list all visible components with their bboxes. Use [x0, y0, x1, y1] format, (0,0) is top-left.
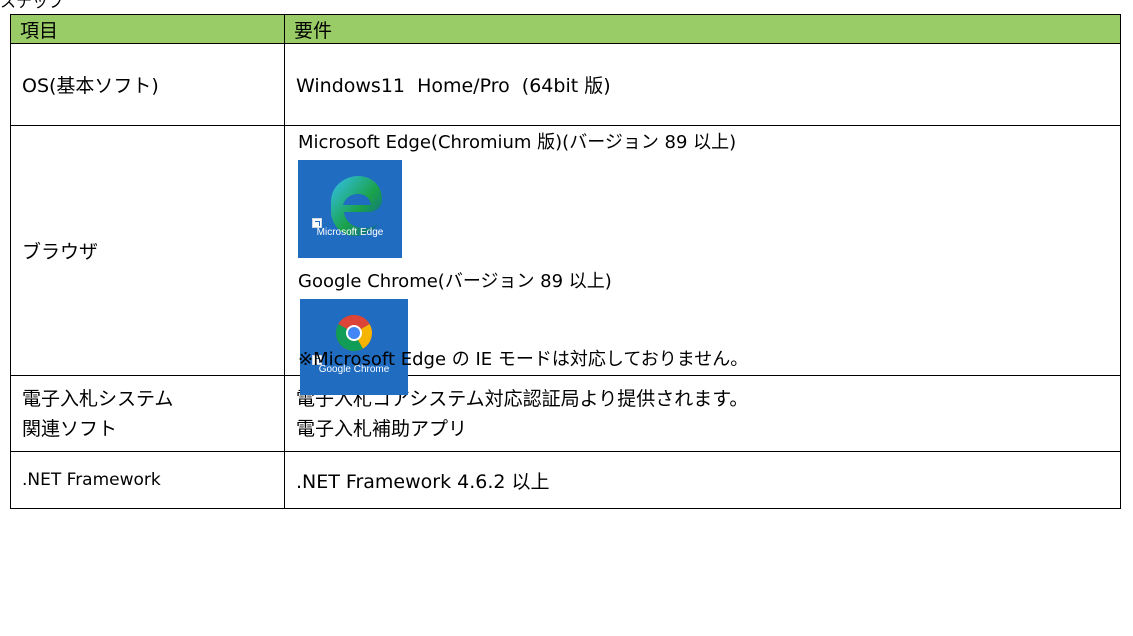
- table-row: .NET Framework .NET Framework 4.6.2 以上: [10, 451, 1121, 509]
- requirement-system-line2: 電子入札補助アプリ: [296, 417, 468, 440]
- requirement-net: .NET Framework 4.6.2 以上: [284, 451, 1121, 509]
- table-row: ブラウザ Microsoft Edge(Chromium 版)(バージョン 89…: [10, 125, 1121, 395]
- microsoft-edge-logo: [331, 176, 382, 236]
- table-row: OS(基本ソフト) Windows11 Home/Pro (64bit 版): [10, 43, 1121, 126]
- table-row: 電子入札システム 関連ソフト 電子入札コアシステム対応認証局より提供されます。 …: [10, 375, 1121, 452]
- requirement-os: Windows11 Home/Pro (64bit 版): [284, 43, 1121, 126]
- requirement-browser: Microsoft Edge(Chromium 版)(バージョン 89 以上): [284, 125, 1121, 395]
- item-system-line1: 電子入札システム: [22, 387, 174, 410]
- edge-icon-label: Microsoft Edge: [316, 227, 384, 238]
- table-header-row: 項目 要件: [10, 14, 1121, 44]
- requirement-system-line1: 電子入札コアシステム対応認証局より提供されます。: [296, 387, 749, 410]
- ie-mode-note: ※Microsoft Edge の IE モードは対応しておりません。: [298, 349, 749, 370]
- section-label: ステップ: [0, 0, 65, 11]
- requirements-table: 項目 要件 OS(基本ソフト) Windows11 Home/Pro (64bi…: [10, 14, 1121, 509]
- item-os: OS(基本ソフト): [10, 43, 285, 126]
- requirement-system: 電子入札コアシステム対応認証局より提供されます。 電子入札補助アプリ: [284, 375, 1121, 452]
- edge-requirement-text: Microsoft Edge(Chromium 版)(バージョン 89 以上): [298, 132, 737, 153]
- chrome-requirement-text: Google Chrome(バージョン 89 以上): [298, 271, 612, 292]
- microsoft-edge-icon[interactable]: Microsoft Edge: [298, 160, 402, 258]
- header-requirement: 要件: [284, 14, 1121, 44]
- header-item: 項目: [10, 14, 285, 44]
- item-browser: ブラウザ: [10, 125, 285, 376]
- item-system-line2: 関連ソフト: [22, 417, 118, 440]
- item-net: .NET Framework: [10, 451, 285, 509]
- item-system: 電子入札システム 関連ソフト: [10, 375, 285, 452]
